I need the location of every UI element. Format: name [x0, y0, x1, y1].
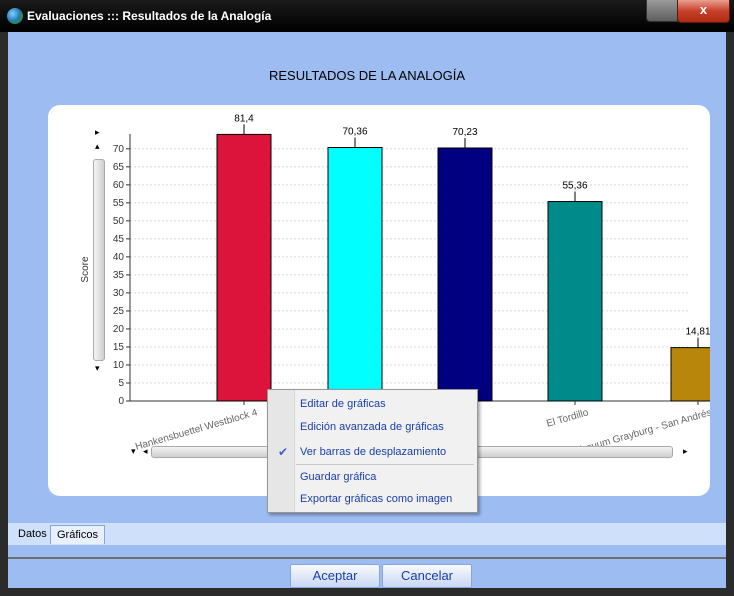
- tab-strip: Datos Gráficos: [8, 523, 726, 545]
- y-tick-label: 35: [113, 270, 125, 281]
- y-tick-label: 45: [113, 234, 125, 245]
- menu-item-guardar-grafica[interactable]: Guardar gráfica: [300, 468, 376, 486]
- scroll-right-arrow-icon[interactable]: ▸: [683, 446, 688, 456]
- y-tick-label: 40: [113, 252, 125, 263]
- bar-value-label: 81,4: [234, 113, 254, 124]
- tab-graficos[interactable]: Gráficos: [50, 525, 105, 544]
- scroll-up-arrow-icon[interactable]: ▴: [95, 141, 100, 151]
- scroll-down-arrow-icon[interactable]: ▾: [95, 363, 100, 373]
- menu-separator: [296, 464, 474, 465]
- bar: [670, 347, 710, 402]
- x-category-label: El Tordillo: [545, 407, 590, 430]
- vertical-scrollbar[interactable]: ▸ ▴ ▾: [91, 127, 106, 374]
- scroll-left-arrow-icon[interactable]: ◂: [143, 446, 148, 456]
- menu-item-ver-barras-desplazamiento[interactable]: Ver barras de desplazamiento: [300, 443, 446, 461]
- y-tick-label: 0: [118, 396, 124, 407]
- bar-value-label: 55,36: [562, 181, 587, 192]
- vertical-scroll-thumb[interactable]: [93, 159, 105, 361]
- bar-value-label: 14,81: [685, 327, 710, 338]
- scroll-down-arrow-icon[interactable]: ▾: [131, 446, 136, 456]
- checkmark-icon: ✔: [277, 445, 289, 459]
- y-tick-label: 25: [113, 306, 125, 317]
- cancel-button[interactable]: Cancelar: [382, 564, 472, 588]
- y-tick-label: 65: [113, 162, 125, 173]
- accept-button[interactable]: Aceptar: [290, 564, 380, 588]
- bar-value-label: 70,36: [342, 127, 367, 138]
- window-titlebar: Evaluaciones ::: Resultados de la Analog…: [0, 0, 734, 32]
- y-tick-label: 5: [118, 378, 124, 389]
- globe-icon: [7, 8, 23, 24]
- menu-item-exportar-imagen[interactable]: Exportar gráficas como imagen: [300, 490, 452, 508]
- scroll-right-arrow-icon[interactable]: ▸: [95, 127, 100, 137]
- bar: [437, 147, 493, 402]
- chart-context-menu: Editar de gráficas Edición avanzada de g…: [267, 389, 478, 513]
- button-bar-divider: [8, 557, 726, 559]
- tab-datos[interactable]: Datos: [12, 525, 53, 543]
- chart-title: RESULTADOS DE LA ANALOGÍA: [268, 68, 466, 83]
- bar: [216, 133, 272, 402]
- bar: [547, 201, 603, 402]
- y-tick-label: 20: [113, 324, 125, 335]
- bar: [327, 147, 383, 402]
- y-axis-label: Score: [80, 256, 91, 283]
- y-tick-label: 15: [113, 342, 125, 353]
- y-tick-label: 50: [113, 216, 125, 227]
- y-tick-label: 60: [113, 180, 125, 191]
- menu-item-edicion-avanzada[interactable]: Edición avanzada de gráficas: [300, 418, 444, 436]
- close-button[interactable]: x: [677, 0, 730, 23]
- y-tick-label: 30: [113, 288, 125, 299]
- bar-value-label: 70,23: [452, 127, 477, 138]
- y-tick-label: 70: [113, 144, 125, 155]
- menu-item-editar-graficas[interactable]: Editar de gráficas: [300, 395, 386, 413]
- y-tick-label: 55: [113, 198, 125, 209]
- window-title: Evaluaciones ::: Resultados de la Analog…: [27, 9, 272, 23]
- minimize-button[interactable]: [646, 0, 678, 22]
- y-tick-label: 10: [113, 360, 125, 371]
